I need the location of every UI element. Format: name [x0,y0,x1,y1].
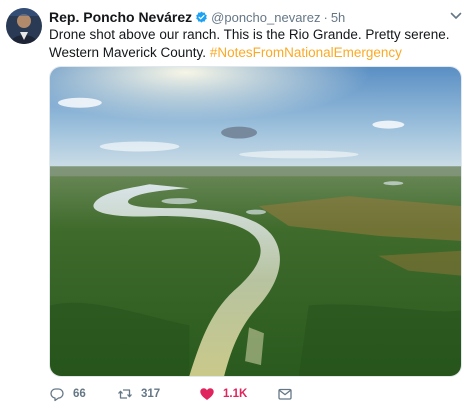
separator-dot: · [323,9,328,25]
verified-badge-icon [195,11,208,24]
chevron-down-icon[interactable] [450,11,462,21]
reply-button[interactable]: 66 [49,386,117,402]
retweet-icon [117,386,133,402]
tweet-actions: 66 317 1.1K [49,385,293,403]
direct-message-icon [277,386,293,402]
author-name[interactable]: Rep. Poncho Nevárez [49,9,192,25]
tweet-header: Rep. Poncho Nevárez @poncho_nevarez · 5h [49,8,345,26]
hashtag-link[interactable]: #NotesFromNationalEmergency [210,45,402,60]
timestamp[interactable]: 5h [331,10,345,25]
like-count: 1.1K [223,388,248,400]
reply-count: 66 [73,388,86,400]
reply-icon [49,386,65,402]
heart-icon [199,386,215,402]
retweet-button[interactable]: 317 [117,386,199,402]
tweet: Rep. Poncho Nevárez @poncho_nevarez · 5h… [0,0,470,407]
author-handle[interactable]: @poncho_nevarez [211,10,320,25]
like-button[interactable]: 1.1K [199,386,277,402]
tweet-media-image[interactable] [49,66,462,377]
avatar[interactable] [6,8,42,44]
retweet-count: 317 [141,388,161,400]
tweet-text: Drone shot above our ranch. This is the … [49,26,454,62]
direct-message-button[interactable] [277,386,293,402]
